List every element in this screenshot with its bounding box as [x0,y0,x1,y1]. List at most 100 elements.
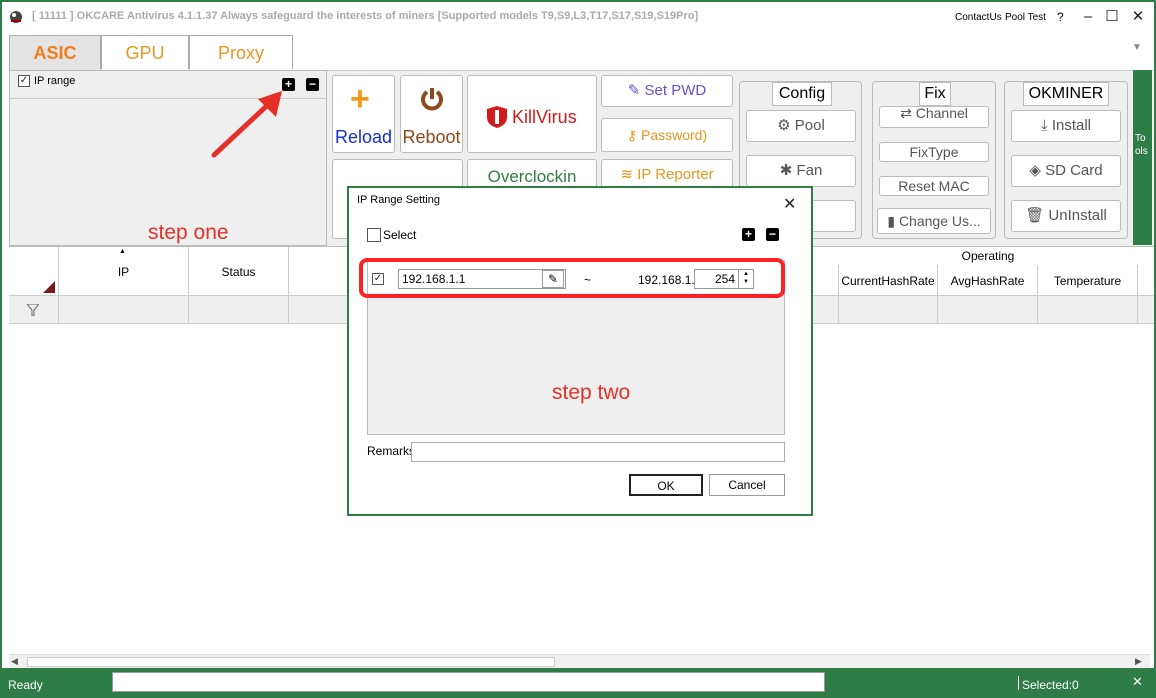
channel-button[interactable]: ⇄ Channel [879,106,989,128]
dialog-title: IP Range Setting [357,194,440,206]
ip-reporter-button[interactable]: ≋ IP Reporter [601,159,733,189]
reload-label: Reload [334,127,393,147]
okminer-group-title: OKMINER [1023,82,1109,106]
ip-range-checkbox[interactable]: ✓ [18,75,30,87]
pool-label: Pool [794,117,825,134]
ip-range-panel: ✓ IP range + − step one [9,70,327,246]
corner-triangle-icon [43,281,55,293]
fix-group: Fix ⇄ Channel FixType Reset MAC ▮ Change… [872,81,996,239]
pool-test-link[interactable]: Pool Test [1005,12,1046,23]
cancel-button[interactable]: Cancel [709,474,785,496]
dialog-add-button[interactable]: + [742,228,755,241]
change-user-button[interactable]: ▮ Change Us... [877,208,991,234]
password-label: Password) [641,127,708,143]
okminer-group: OKMINER ⤓ Install ◈ SD Card 🗑 UnInstall [1004,81,1128,239]
close-button[interactable]: ✕ [1126,6,1150,28]
column-ip[interactable]: IP ▲ [59,247,189,297]
scroll-right-icon[interactable]: ▶ [1135,656,1142,667]
status-divider [1018,676,1019,690]
fixtype-button[interactable]: FixType [879,142,989,162]
filter-cell-temperature[interactable] [1038,296,1138,324]
column-avg-hashrate[interactable]: AvgHashRate [938,265,1038,297]
filter-cell-avg-hashrate[interactable] [938,296,1038,324]
tab-gpu[interactable]: GPU [101,35,189,69]
dialog-remove-button[interactable]: − [766,228,779,241]
set-pwd-button[interactable]: ✎ Set PWD [601,75,733,107]
uninstall-button[interactable]: 🗑 UnInstall [1011,200,1121,232]
ok-button[interactable]: OK [629,474,703,496]
dialog-close-button[interactable]: ✕ [783,194,796,214]
app-logo-icon [10,11,22,23]
install-button[interactable]: ⤓ Install [1011,110,1121,142]
minimize-button[interactable]: – [1076,6,1100,28]
trash-icon: 🗑 [1025,207,1045,224]
arrow-annotation-icon [211,91,282,158]
progress-bar [112,672,825,692]
password-button[interactable]: ⚷ Password) [601,118,733,152]
operating-column-group: Operating [961,249,1015,263]
ip-range-label: IP range [34,75,76,87]
column-current-hashrate[interactable]: CurrentHashRate [838,265,938,297]
tab-asic[interactable]: ASIC [9,35,101,70]
column-status-label: Status [221,265,256,279]
select-all-checkbox[interactable] [367,228,381,242]
maximize-button[interactable]: ☐ [1100,6,1124,28]
overclocking-label: Overclockin [487,167,577,186]
filter-cell[interactable] [9,296,59,324]
app-window: [ 11111 ] OKCARE Antivirus 4.1.1.37 Alwa… [0,0,1156,698]
killvirus-label: KillVirus [512,107,577,127]
reload-button[interactable]: + Reload [332,75,395,153]
contact-us-link[interactable]: ContactUs [955,12,1002,23]
step-two-annotation: step two [552,381,631,404]
reset-mac-button[interactable]: Reset MAC [879,176,989,196]
scrollbar-thumb[interactable] [27,657,555,667]
fan-button[interactable]: ✱ Fan [746,155,856,187]
wifi-icon: ≋ [620,166,633,183]
remarks-label: Remarks [367,444,416,458]
close-icon[interactable]: ✕ [1132,674,1143,690]
horizontal-scrollbar[interactable]: ◀ ▶ [9,654,1150,668]
filter-cell-current-hashrate[interactable] [838,296,938,324]
shield-icon [487,106,507,128]
pencil-icon: ✎ [627,82,641,99]
selected-count: Selected:0 [1022,678,1079,692]
sd-card-label: SD Card [1045,162,1103,179]
reboot-label: Reboot [402,127,461,147]
pool-button[interactable]: ⚙ Pool [746,110,856,142]
reboot-button[interactable]: Reboot [400,75,463,153]
bookmark-icon: ▮ [887,213,896,229]
status-ready: Ready [8,678,43,692]
overclocking-button[interactable]: Overclockin [467,159,597,189]
help-link[interactable]: ? [1057,10,1064,24]
sort-up-icon: ▲ [119,248,126,255]
config-group-title: Config [772,82,832,106]
column-status[interactable]: Status [189,247,289,297]
scroll-left-icon[interactable]: ◀ [11,656,18,667]
column-temperature[interactable]: Temperature [1038,265,1138,297]
fix-group-title: Fix [919,82,951,106]
highlight-annotation [359,258,785,298]
ip-range-setting-dialog: IP Range Setting ✕ Select + − ✓ 192.168.… [347,186,813,516]
window-title: [ 11111 ] OKCARE Antivirus 4.1.1.37 Alwa… [32,10,699,22]
tab-proxy[interactable]: Proxy [189,35,293,69]
filter-cell-status[interactable] [189,296,289,324]
status-bar: Ready Selected:0 ✕ [2,668,1154,696]
install-label: Install [1051,117,1091,134]
sd-card-icon: ◈ [1029,162,1041,179]
ip-reporter-label: IP Reporter [637,166,714,183]
killvirus-button[interactable]: KillVirus [467,75,597,153]
fan-icon: ✱ [779,162,793,179]
swap-icon: ⇄ [900,106,912,121]
remarks-input[interactable] [411,442,785,462]
chevron-down-icon[interactable]: ▼ [1132,42,1142,53]
select-label: Select [383,228,417,242]
tools-label: Tools [1135,133,1148,157]
select-all-corner[interactable] [9,247,59,297]
filter-cell-ip[interactable] [59,296,189,324]
uninstall-label: UnInstall [1048,207,1107,224]
step-one-annotation: step one [148,221,229,244]
reset-mac-label: Reset MAC [898,178,970,194]
remove-ip-range-button[interactable]: − [306,78,319,91]
title-bar: [ 11111 ] OKCARE Antivirus 4.1.1.37 Alwa… [2,2,1154,32]
sd-card-button[interactable]: ◈ SD Card [1011,155,1121,187]
